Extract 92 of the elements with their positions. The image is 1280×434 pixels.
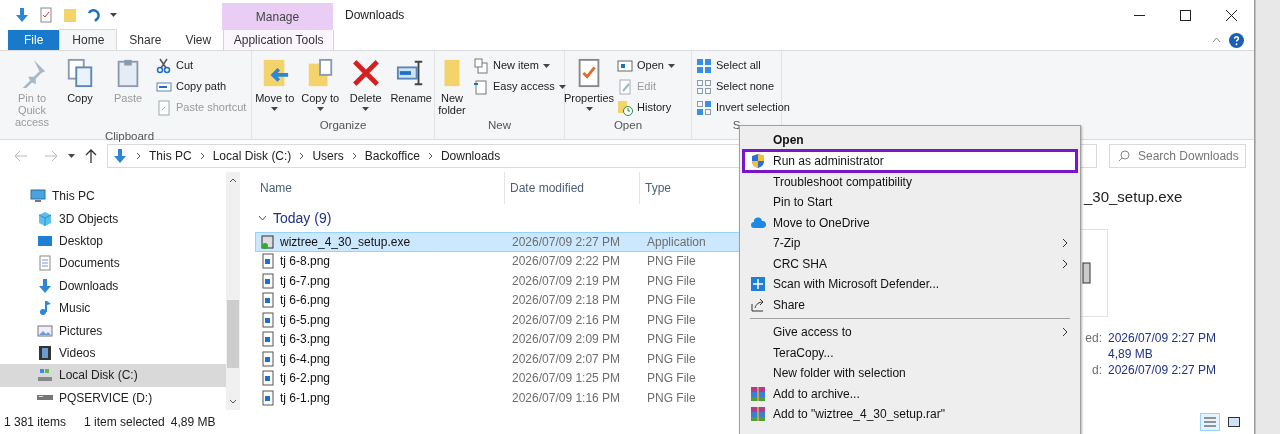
file-name: tj 6-7.png: [280, 272, 331, 290]
breadcrumb[interactable]: This PC: [149, 147, 192, 165]
column-header[interactable]: Name: [255, 172, 505, 204]
menu-item[interactable]: Give access to: [742, 321, 1078, 343]
ribbon-button[interactable]: Select none: [694, 77, 792, 96]
ribbon-button[interactable]: Open: [615, 56, 677, 75]
nav-item[interactable]: Pictures: [0, 319, 226, 342]
file-type: PNG File: [646, 253, 697, 271]
breadcrumb[interactable]: Downloads: [440, 147, 501, 165]
property-value: 4,89 MB: [1108, 346, 1153, 363]
nav-item[interactable]: Documents: [0, 252, 226, 275]
window-title: Downloads: [345, 7, 405, 24]
file-date: 2026/07/09 1:16 PM: [511, 389, 622, 407]
nav-item[interactable]: Videos: [0, 341, 226, 365]
ribbon-button[interactable]: History: [615, 98, 677, 117]
menu-item[interactable]: Troubleshoot compatibility: [742, 171, 1078, 192]
breadcrumb[interactable]: Backoffice: [364, 147, 420, 165]
context-tab-header: Manage: [222, 3, 333, 30]
file-date: 2026/07/09 2:19 PM: [511, 272, 622, 290]
menu-item[interactable]: Scan with Microsoft Defender...: [742, 274, 1078, 295]
file-type: Application: [646, 233, 707, 251]
group-header[interactable]: Today (9): [273, 207, 332, 229]
menu-item[interactable]: CRC SHA: [742, 253, 1078, 275]
file-name: tj 6-6.png: [280, 292, 331, 310]
ribbon-button[interactable]: Rename: [390, 54, 432, 117]
selection-status: 1 item selected: [84, 414, 165, 431]
property-label: d:: [1092, 363, 1102, 377]
nav-item[interactable]: 3D Objects: [0, 207, 226, 230]
property-value: 2026/07/09 2:27 PM: [1108, 362, 1217, 379]
ribbon-button[interactable]: Move to: [254, 54, 296, 117]
file-date: 2026/07/09 2:09 PM: [511, 331, 622, 349]
details-file-name: _30_setup.exe: [1084, 187, 1183, 207]
nav-item[interactable]: This PC: [0, 185, 226, 208]
file-name: tj 6-2.png: [280, 370, 331, 388]
property-value: 2026/07/09 2:27 PM: [1108, 330, 1217, 347]
file-type: PNG File: [646, 389, 697, 407]
file-date: 2026/07/09 2:07 PM: [511, 350, 622, 368]
file-type: PNG File: [646, 292, 697, 310]
ribbon-button[interactable]: Select all: [694, 56, 792, 75]
menu-item[interactable]: New folder with selection: [742, 362, 1078, 384]
file-type: PNG File: [646, 350, 697, 368]
ribbon-tab[interactable]: View: [173, 30, 224, 50]
ribbon-button[interactable]: Delete: [344, 54, 387, 117]
nav-item[interactable]: Downloads: [0, 274, 226, 297]
group-label: Organize: [319, 117, 367, 133]
ribbon-button[interactable]: Invert selection: [694, 98, 792, 117]
ribbon-button[interactable]: New item: [471, 56, 568, 75]
ribbon-tab[interactable]: File: [8, 30, 60, 50]
file-name: wiztree_4_30_setup.exe: [280, 233, 411, 251]
menu-item[interactable]: TeraCopy...: [742, 342, 1078, 363]
column-header[interactable]: Date modified: [505, 172, 640, 204]
search-field[interactable]: Search Downloads: [1109, 144, 1246, 168]
file-date: 2026/07/09 2:27 PM: [511, 233, 622, 251]
file-type: PNG File: [646, 311, 697, 329]
ribbon-tab[interactable]: Application Tools: [223, 30, 335, 50]
file-type: PNG File: [646, 331, 697, 349]
menu-item[interactable]: Run as administrator: [742, 148, 1078, 173]
menu-item[interactable]: Add to "wiztree_4_30_setup.rar": [742, 404, 1078, 425]
file-type: PNG File: [646, 272, 697, 290]
ribbon-button[interactable]: New folder: [437, 54, 467, 117]
nav-item[interactable]: Desktop: [0, 229, 226, 253]
property-label: ed:: [1085, 331, 1102, 345]
menu-item[interactable]: Move to OneDrive: [742, 212, 1078, 233]
file-name: tj 6-4.png: [280, 350, 331, 368]
menu-item[interactable]: Add to archive...: [742, 383, 1078, 405]
ribbon-button[interactable]: Copy path: [154, 77, 249, 96]
ribbon-button[interactable]: Copy: [58, 54, 102, 128]
breadcrumb[interactable]: Local Disk (C:): [212, 147, 292, 165]
file-date: 2026/07/09 1:25 PM: [511, 370, 622, 388]
nav-item[interactable]: Local Disk (C:): [0, 364, 226, 387]
breadcrumb[interactable]: Users: [312, 147, 344, 165]
file-type: PNG File: [646, 370, 697, 388]
selection-size: 4,89 MB: [170, 414, 216, 431]
menu-item[interactable]: Share: [742, 294, 1078, 316]
group-label: New: [488, 117, 511, 133]
menu-item[interactable]: Pin to Start: [742, 191, 1078, 213]
file-date: 2026/07/09 2:16 PM: [511, 311, 622, 329]
file-name: tj 6-5.png: [280, 311, 331, 329]
ribbon-button[interactable]: Cut: [154, 56, 249, 75]
file-date: 2026/07/09 2:18 PM: [511, 292, 622, 310]
group-label: Clipboard: [104, 129, 155, 144]
nav-item[interactable]: PQSERVICE (D:): [0, 386, 226, 409]
file-date: 2026/07/09 2:22 PM: [511, 253, 622, 271]
ribbon-button[interactable]: Copy to: [299, 54, 341, 117]
item-count: 1 381 items: [4, 414, 67, 431]
group-label: Open: [613, 118, 643, 133]
file-name: tj 6-3.png: [280, 331, 331, 349]
file-name: tj 6-8.png: [280, 253, 331, 271]
file-name: tj 6-1.png: [280, 389, 331, 407]
ribbon-tab[interactable]: Share: [117, 30, 174, 50]
ribbon-tab[interactable]: Home: [59, 29, 118, 50]
nav-item[interactable]: Music: [0, 296, 226, 320]
